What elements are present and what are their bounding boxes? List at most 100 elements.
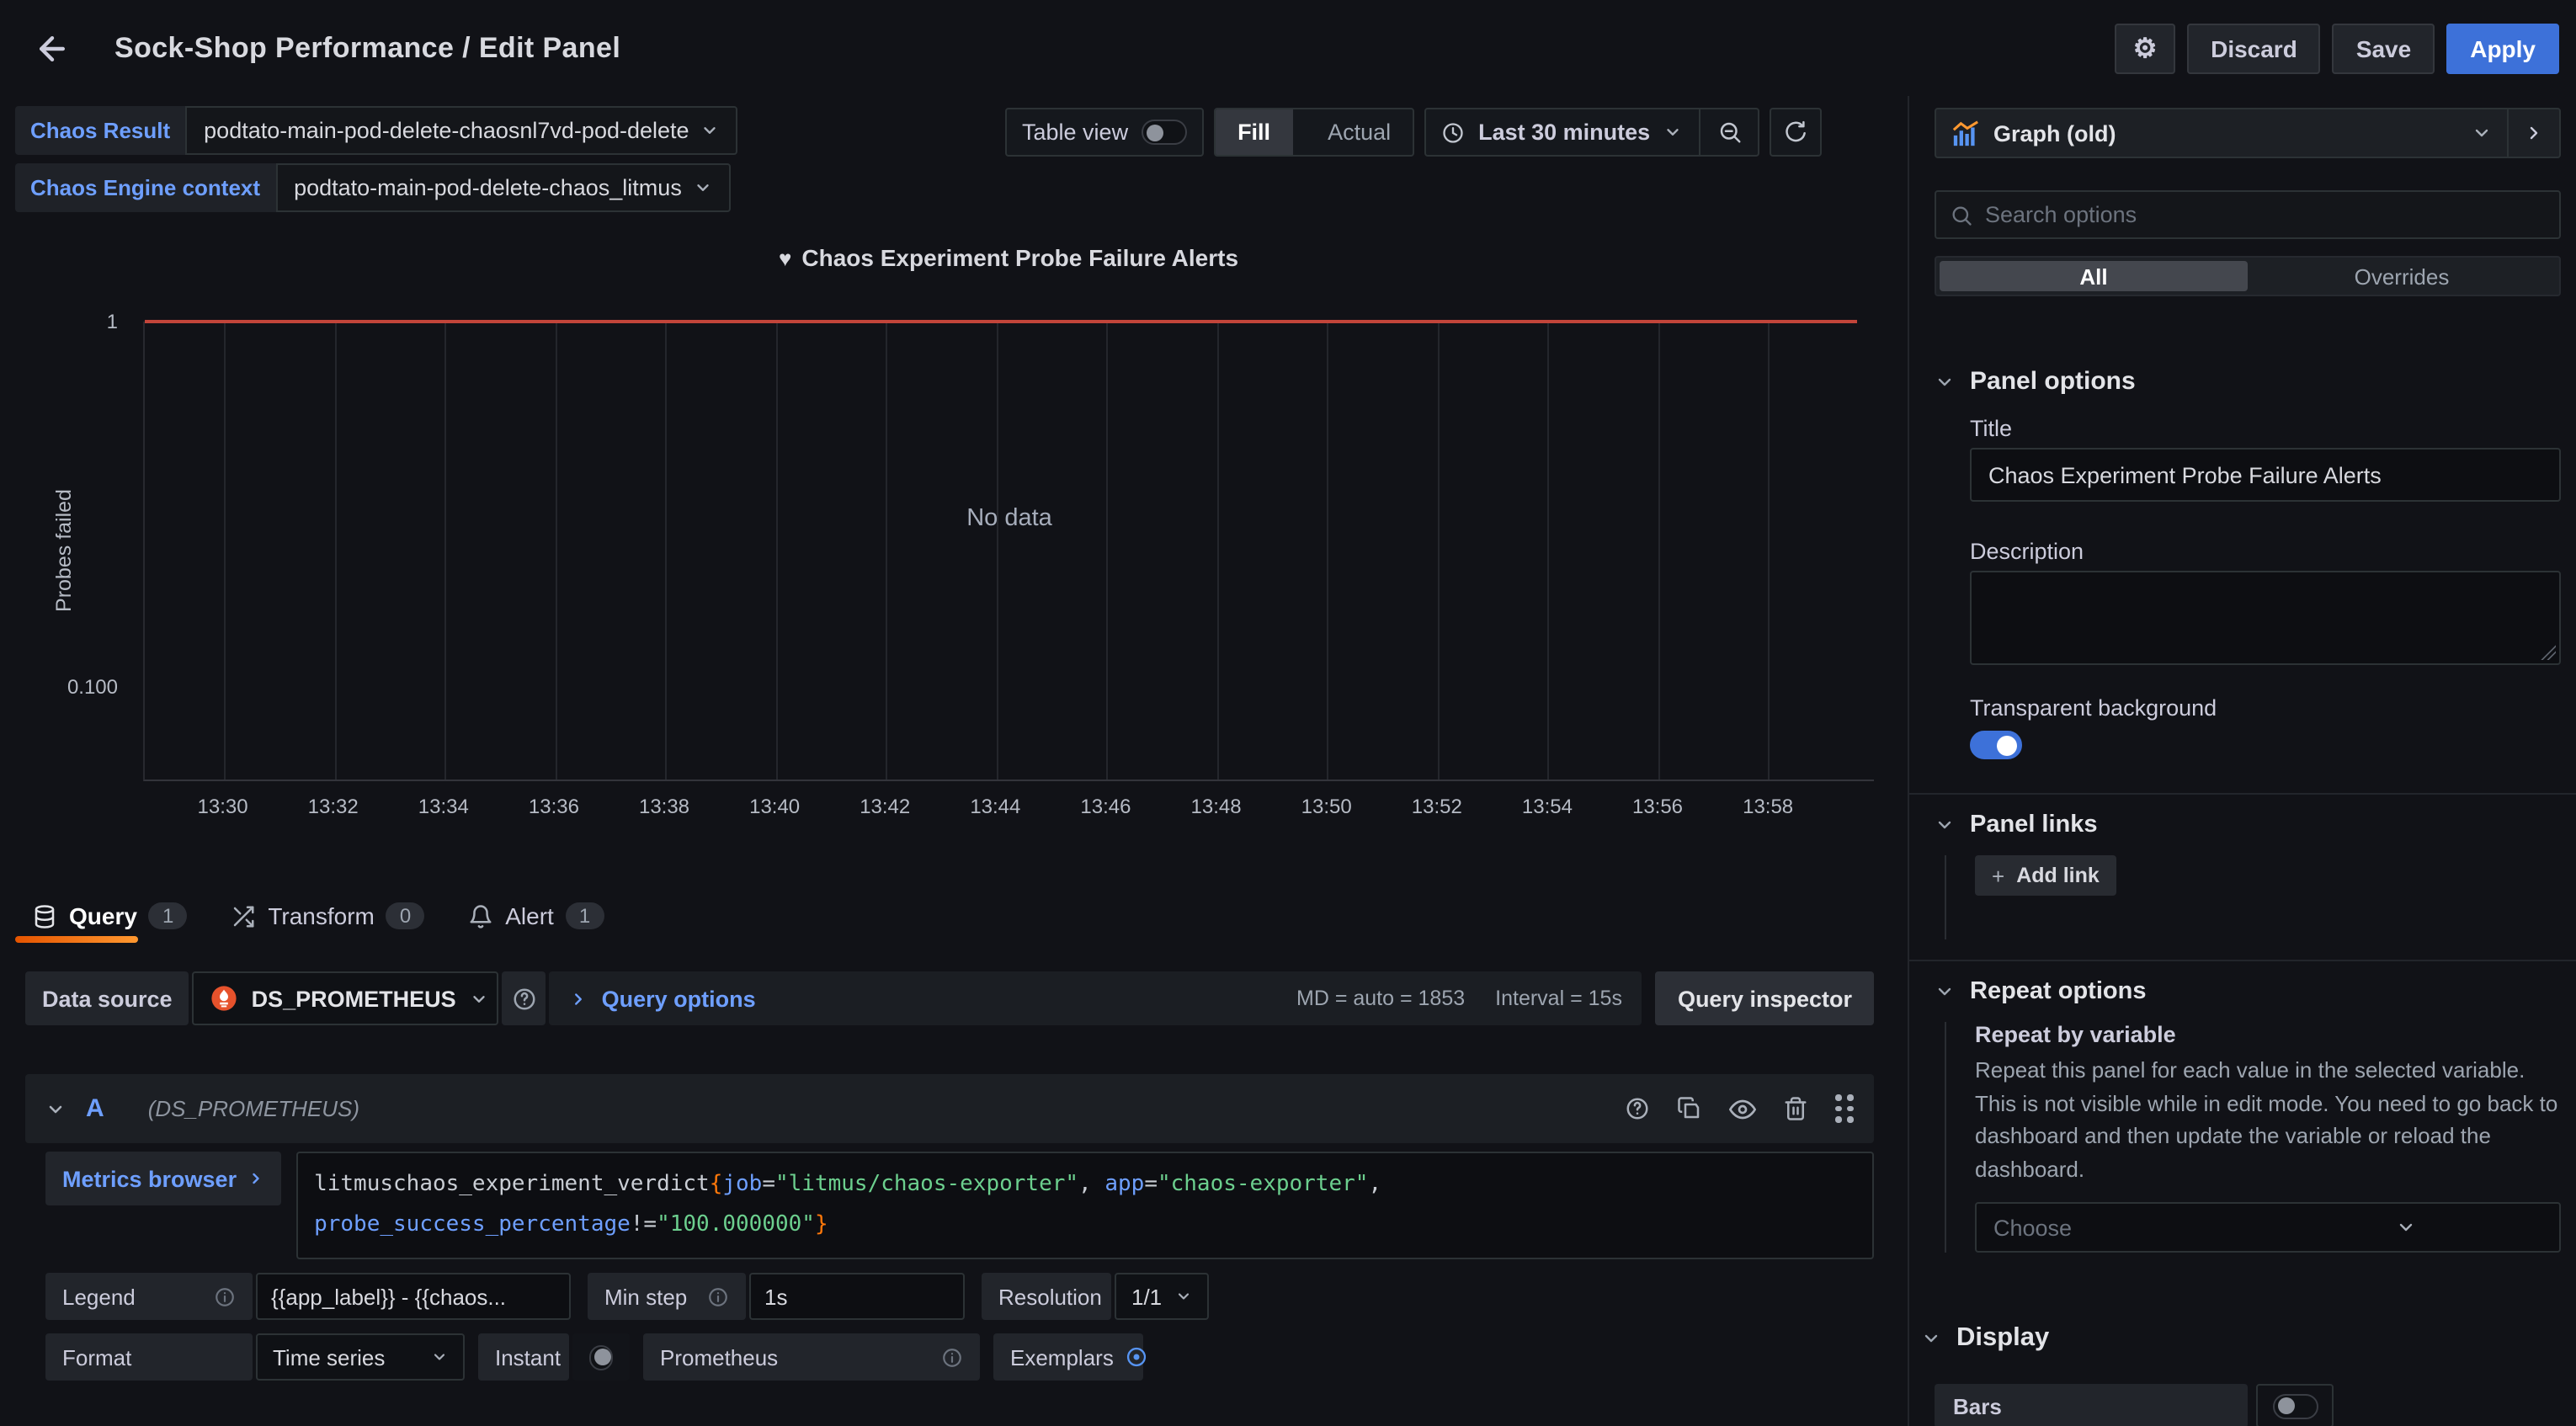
datasource-help-button[interactable] — [503, 971, 546, 1025]
chart-x-tick-label: 13:42 — [860, 795, 910, 818]
drag-handle-icon[interactable] — [1835, 1095, 1854, 1123]
top-nav: Sock-Shop Performance / Edit Panel ⚙ Dis… — [0, 0, 2576, 96]
chart-title-text: Chaos Experiment Probe Failure Alerts — [801, 244, 1238, 271]
collapse-options-button[interactable] — [2509, 123, 2559, 143]
resolution-select[interactable]: 1/1 — [1115, 1273, 1209, 1320]
table-view-control: Table view — [1005, 108, 1204, 157]
variable-value-dropdown[interactable]: podtato-main-pod-delete-chaos_litmus — [275, 163, 731, 212]
time-range-picker[interactable]: Last 30 minutes — [1424, 108, 1759, 157]
metrics-browser-label: Metrics browser — [62, 1166, 237, 1191]
tab-overrides[interactable]: Overrides — [2248, 261, 2556, 291]
chart-x-tick-label: 13:40 — [749, 795, 800, 818]
help-circle-icon[interactable] — [1625, 1096, 1650, 1121]
min-step-input[interactable] — [749, 1273, 965, 1320]
panel-description-textarea[interactable] — [1970, 571, 2561, 665]
chart-x-tick-label: 13:32 — [308, 795, 359, 818]
nav-actions: ⚙ Discard Save Apply — [2115, 24, 2559, 74]
metrics-browser-button[interactable]: Metrics browser — [45, 1152, 280, 1205]
fill-actual-switch: Fill Actual — [1214, 108, 1414, 157]
bars-option-row: Bars — [1935, 1384, 2561, 1426]
duplicate-icon[interactable] — [1677, 1096, 1702, 1121]
legend-format-input[interactable] — [256, 1273, 571, 1320]
panel-links-section-header[interactable]: Panel links — [1935, 811, 2561, 838]
plus-icon: + — [1992, 863, 2004, 888]
chart-gridline — [1658, 322, 1659, 780]
resolution-label-box: Resolution — [982, 1273, 1111, 1320]
repeat-options-section-header[interactable]: Repeat options — [1935, 978, 2561, 1005]
chart-plot-area[interactable]: No data — [143, 322, 1874, 781]
refresh-button[interactable] — [1770, 108, 1822, 157]
trash-icon[interactable] — [1783, 1096, 1808, 1121]
chevron-down-icon — [701, 121, 720, 140]
back-arrow-icon[interactable] — [34, 29, 71, 67]
fill-option[interactable]: Fill — [1216, 109, 1292, 155]
prometheus-icon — [211, 985, 238, 1012]
table-view-toggle[interactable] — [1142, 120, 1187, 145]
info-circle-icon — [707, 1285, 729, 1307]
chart-x-tick-label: 13:48 — [1191, 795, 1242, 818]
editor-tabs: Query 1 Transform 0 Alert 1 — [32, 894, 604, 938]
add-link-button[interactable]: + Add link — [1975, 855, 2116, 896]
chart-x-tick-label: 13:52 — [1412, 795, 1462, 818]
zoom-out-icon[interactable] — [1717, 120, 1743, 145]
chart-gridline — [555, 322, 556, 780]
instant-toggle-box — [572, 1333, 630, 1381]
chevron-down-icon — [470, 989, 488, 1008]
chevron-down-icon — [1935, 982, 1955, 1002]
expression-row: Metrics browser litmuschaos_experiment_v… — [25, 1152, 1874, 1259]
bars-toggle[interactable] — [2272, 1393, 2318, 1418]
chart-x-tick-label: 13:58 — [1743, 795, 1793, 818]
chart-x-tick-label: 13:46 — [1080, 795, 1131, 818]
eye-icon[interactable] — [1729, 1095, 1756, 1122]
refresh-icon — [1783, 120, 1808, 145]
graph-viz-icon — [1951, 119, 1980, 147]
resize-handle[interactable] — [2541, 645, 2556, 660]
query-row-header[interactable]: A (DS_PROMETHEUS) — [25, 1074, 1874, 1143]
tab-all[interactable]: All — [1940, 261, 2248, 291]
chart-x-tick-label: 13:36 — [529, 795, 579, 818]
save-button[interactable]: Save — [2333, 24, 2435, 74]
instant-toggle[interactable] — [589, 1344, 613, 1370]
actual-option[interactable]: Actual — [1306, 109, 1413, 155]
chart-x-tick-label: 13:44 — [970, 795, 1020, 818]
panel-settings-button[interactable]: ⚙ — [2115, 24, 2175, 74]
tab-alert[interactable]: Alert 1 — [468, 902, 604, 929]
threshold-line — [145, 320, 1857, 323]
datasource-picker[interactable]: DS_PROMETHEUS — [193, 971, 499, 1025]
database-icon — [32, 903, 57, 928]
add-link-label: Add link — [2016, 864, 2100, 887]
exemplars-eye-icon[interactable] — [1126, 1345, 1149, 1369]
panel-title-input[interactable] — [1970, 448, 2561, 502]
format-label: Format — [62, 1344, 131, 1370]
tab-label: Transform — [268, 902, 375, 929]
main-area: Chaos Result podtato-main-pod-delete-cha… — [0, 96, 1908, 1426]
options-sidebar: Graph (old) All Overrides Panel options — [1908, 96, 2576, 1426]
legend-label: Legend — [62, 1284, 136, 1309]
options-filter-tabs: All Overrides — [1935, 256, 2561, 296]
grafana-edit-panel: Sock-Shop Performance / Edit Panel ⚙ Dis… — [0, 0, 2576, 1426]
visualization-name: Graph (old) — [1993, 120, 2472, 146]
tab-query[interactable]: Query 1 — [32, 902, 187, 929]
chevron-down-icon[interactable] — [45, 1099, 66, 1119]
chevron-right-icon — [570, 989, 588, 1008]
panel-options-section-header[interactable]: Panel options — [1935, 367, 2561, 396]
display-section-header[interactable]: Display — [1921, 1323, 2561, 1354]
tab-transform[interactable]: Transform 0 — [231, 902, 424, 929]
transparent-background-toggle[interactable] — [1970, 731, 2022, 759]
variable-value-dropdown[interactable]: podtato-main-pod-delete-chaosnl7vd-pod-d… — [185, 106, 737, 155]
repeat-variable-select[interactable]: Choose — [1975, 1202, 2561, 1253]
discard-button[interactable]: Discard — [2187, 24, 2321, 74]
query-options-link[interactable]: Query options — [602, 986, 756, 1011]
apply-button[interactable]: Apply — [2446, 24, 2559, 74]
format-select[interactable]: Time series — [256, 1333, 465, 1381]
visualization-picker[interactable]: Graph (old) — [1935, 108, 2561, 158]
section-divider — [1909, 793, 2576, 795]
query-inspector-button[interactable]: Query inspector — [1656, 971, 1874, 1025]
search-options-input[interactable] — [1985, 202, 2546, 227]
section-title: Display — [1956, 1323, 2049, 1354]
exemplars-box: Exemplars — [993, 1333, 1143, 1381]
promql-query-input[interactable]: litmuschaos_experiment_verdict{job="litm… — [295, 1152, 1874, 1259]
tab-label: Alert — [505, 902, 554, 929]
chart-x-tick-label: 13:54 — [1522, 795, 1573, 818]
variable-value-text: podtato-main-pod-delete-chaos_litmus — [294, 175, 682, 200]
